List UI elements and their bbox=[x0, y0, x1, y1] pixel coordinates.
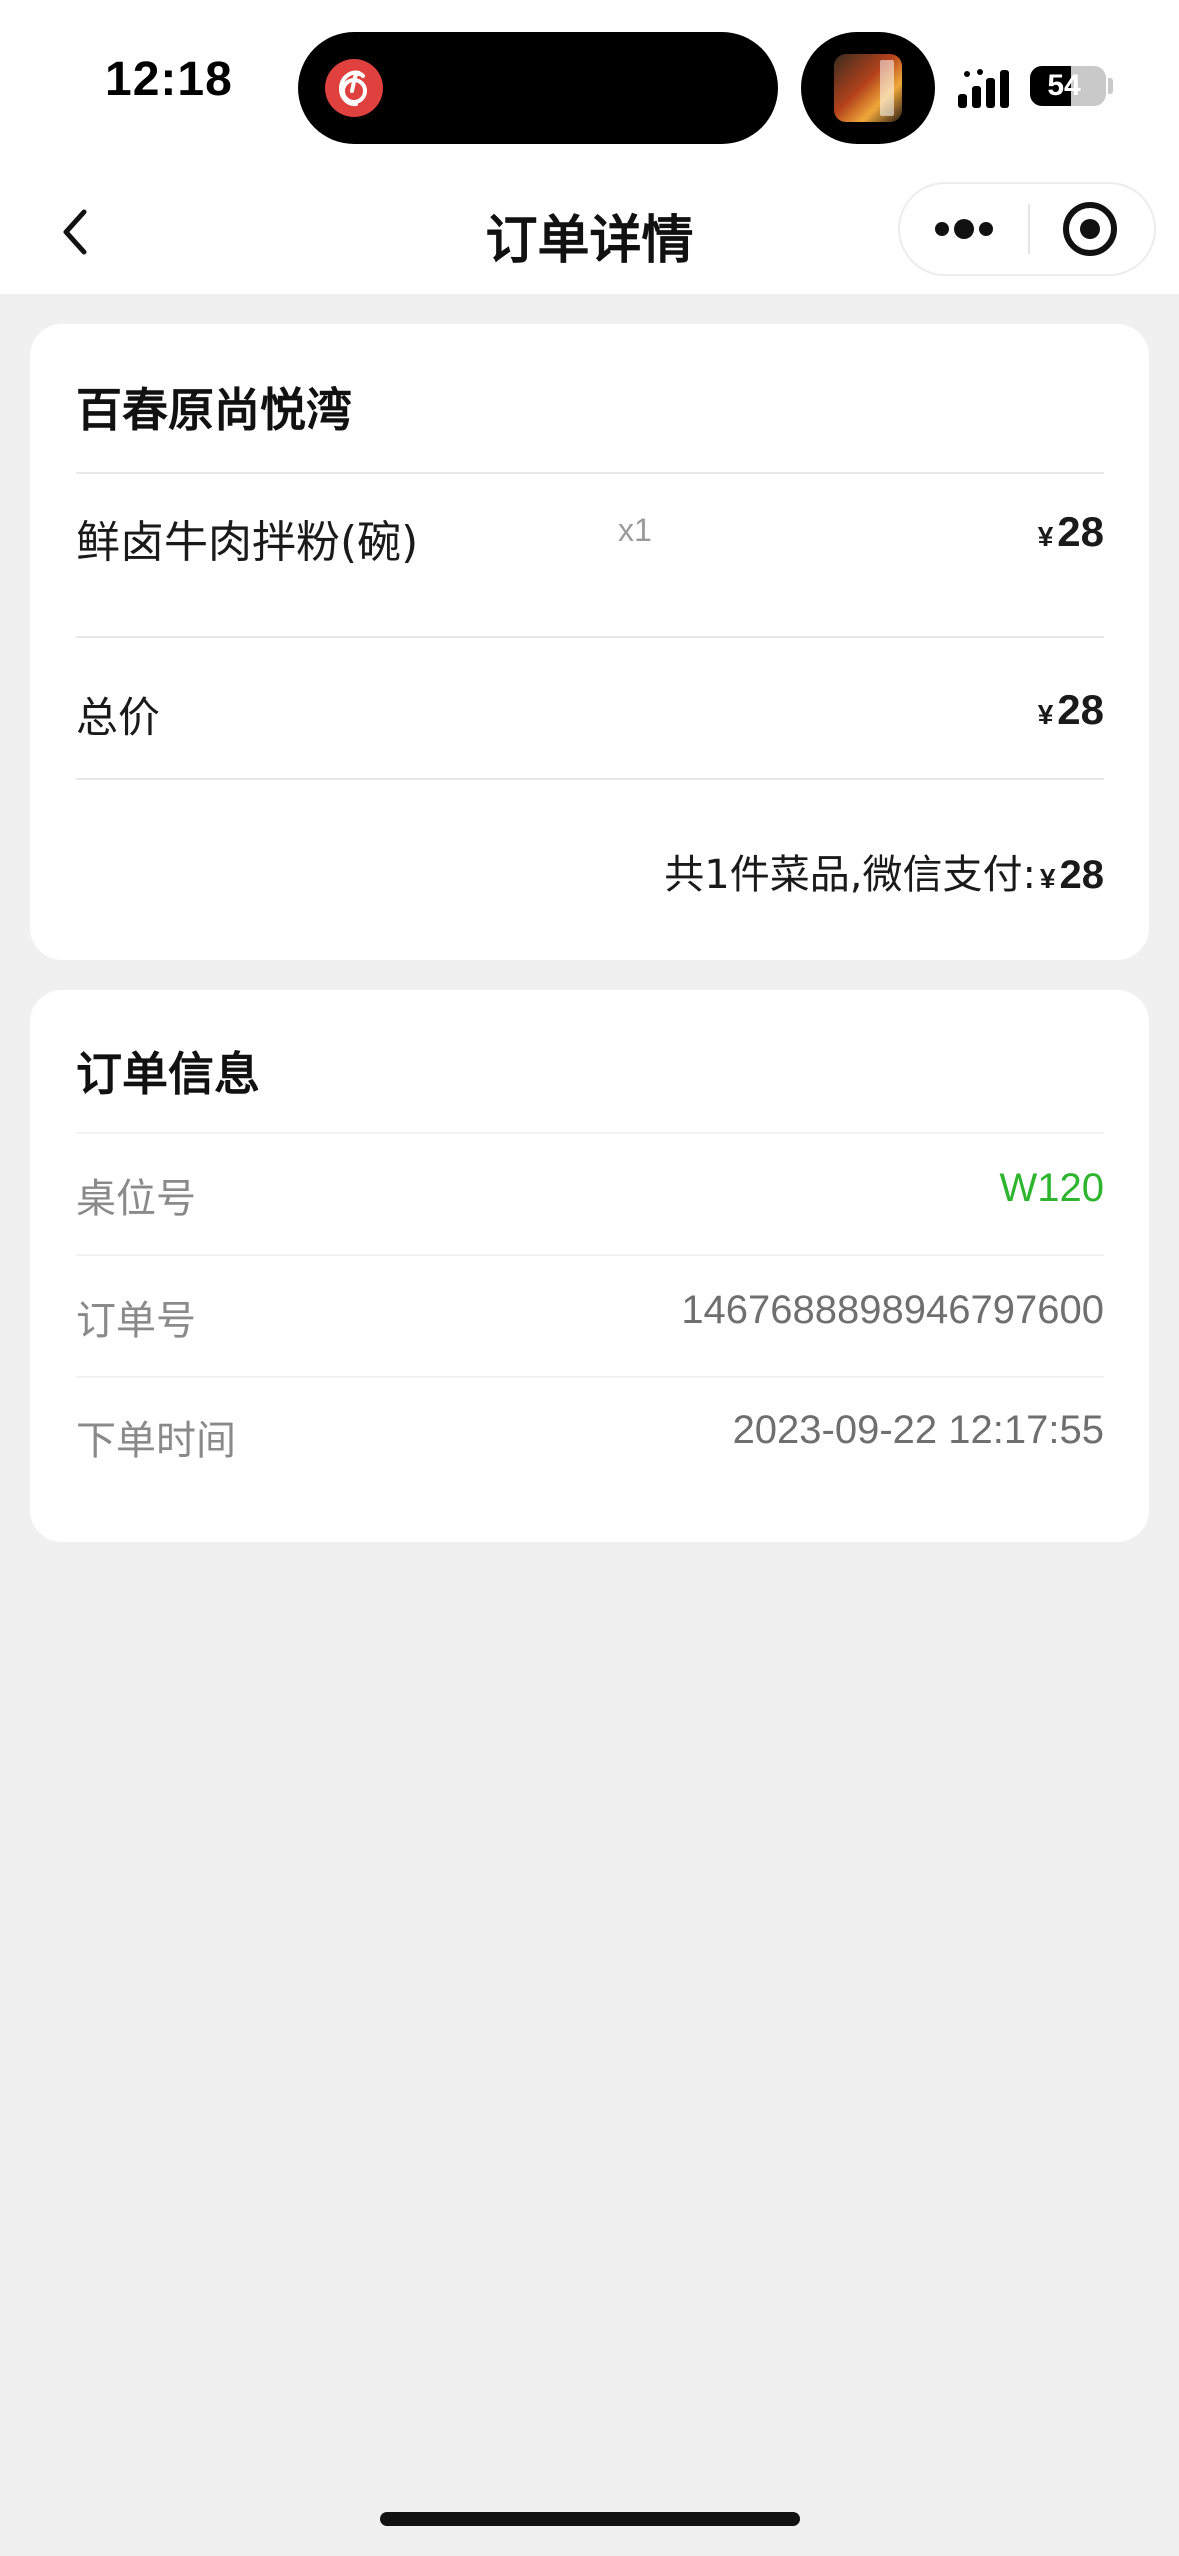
currency-symbol: ¥ bbox=[1037, 521, 1054, 552]
item-price: ¥28 bbox=[1038, 508, 1104, 556]
item-price-value: 28 bbox=[1057, 508, 1104, 555]
status-time: 12:18 bbox=[105, 53, 233, 106]
table-number-label: 桌位号 bbox=[76, 1176, 196, 1222]
total-label: 总价 bbox=[76, 693, 161, 742]
item-quantity: x1 bbox=[618, 512, 652, 548]
divider bbox=[76, 1132, 1104, 1134]
more-dots-icon bbox=[935, 219, 993, 239]
order-time-value: 2023-09-22 12:17:55 bbox=[732, 1408, 1104, 1452]
battery-nub bbox=[1108, 78, 1113, 94]
order-number-value: 1467688898946797600 bbox=[681, 1288, 1104, 1332]
battery-percent: 54 bbox=[1047, 69, 1081, 102]
divider bbox=[76, 1254, 1104, 1256]
payment-summary-text: 共1件菜品,微信支付: bbox=[664, 852, 1036, 898]
order-info-title: 订单信息 bbox=[76, 1047, 260, 1101]
table-number-value: W120 bbox=[999, 1166, 1105, 1210]
divider bbox=[76, 636, 1104, 638]
miniprogram-capsule bbox=[898, 182, 1156, 276]
currency-symbol: ¥ bbox=[1039, 863, 1056, 894]
order-summary-card: 百春原尚悦湾 鲜卤牛肉拌粉(碗) x1 ¥28 总价 ¥28 共1件菜品,微信支… bbox=[30, 324, 1149, 960]
order-number-label: 订单号 bbox=[76, 1298, 196, 1344]
divider bbox=[76, 1376, 1104, 1378]
divider bbox=[76, 472, 1104, 474]
total-price-value: 28 bbox=[1057, 686, 1104, 733]
payment-summary: 共1件菜品,微信支付: ¥28 bbox=[664, 842, 1104, 900]
netease-music-icon[interactable] bbox=[325, 59, 383, 117]
close-miniprogram-button[interactable] bbox=[1030, 184, 1154, 274]
currency-symbol: ¥ bbox=[1037, 699, 1054, 730]
target-close-icon bbox=[1063, 202, 1117, 256]
shop-name: 百春原尚悦湾 bbox=[76, 383, 352, 437]
payment-amount: 28 bbox=[1059, 853, 1105, 897]
status-bar: 12:18 54 bbox=[0, 0, 1179, 170]
divider bbox=[76, 778, 1104, 780]
dynamic-island[interactable] bbox=[298, 32, 778, 144]
total-price: ¥28 bbox=[1038, 686, 1104, 734]
order-time-label: 下单时间 bbox=[76, 1418, 236, 1464]
battery-icon: 54 bbox=[1030, 66, 1106, 106]
cellular-signal-icon bbox=[958, 69, 1009, 108]
album-art bbox=[834, 54, 902, 122]
home-indicator[interactable] bbox=[380, 2512, 800, 2526]
order-info-card: 订单信息 桌位号 W120 订单号 1467688898946797600 下单… bbox=[30, 990, 1149, 1542]
item-name: 鲜卤牛肉拌粉(碗) bbox=[76, 517, 419, 568]
nav-bar: 订单详情 bbox=[0, 170, 1179, 294]
now-playing-island[interactable] bbox=[801, 32, 935, 144]
more-button[interactable] bbox=[900, 184, 1028, 274]
